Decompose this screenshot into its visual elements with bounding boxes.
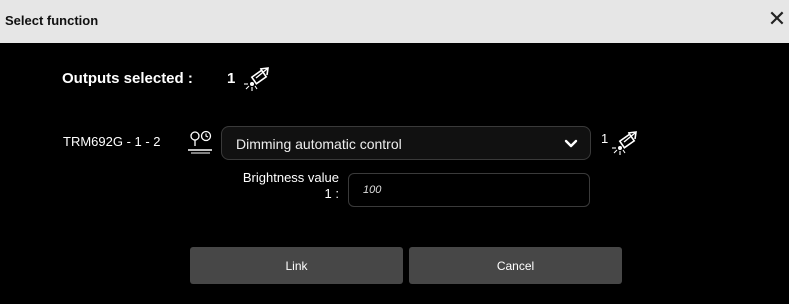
light-output-icon: [612, 131, 637, 155]
brightness-label: Brightness value 1 :: [211, 170, 339, 202]
function-select[interactable]: Dimming automatic control: [221, 126, 591, 160]
link-button[interactable]: Link: [190, 247, 403, 284]
dialog-titlebar: Select function ✕: [0, 0, 789, 43]
outputs-selected-label: Outputs selected :: [62, 70, 193, 87]
output-count: 1: [601, 131, 609, 146]
function-select-value: Dimming automatic control: [236, 136, 402, 152]
light-output-icon: [244, 67, 269, 91]
outputs-selected-count: 1: [227, 70, 236, 87]
sensor-icon: [188, 130, 212, 154]
brightness-value-input[interactable]: [348, 173, 590, 207]
device-label: TRM692G - 1 - 2: [63, 134, 161, 149]
select-function-dialog: Select function ✕ Outputs selected : 1 T…: [0, 0, 789, 304]
cancel-button[interactable]: Cancel: [409, 247, 622, 284]
brightness-label-line2: 1 :: [324, 186, 339, 201]
chevron-down-icon: [564, 139, 578, 148]
dialog-title: Select function: [5, 13, 99, 28]
brightness-label-line1: Brightness value: [242, 170, 339, 185]
close-button[interactable]: ✕: [765, 8, 789, 34]
